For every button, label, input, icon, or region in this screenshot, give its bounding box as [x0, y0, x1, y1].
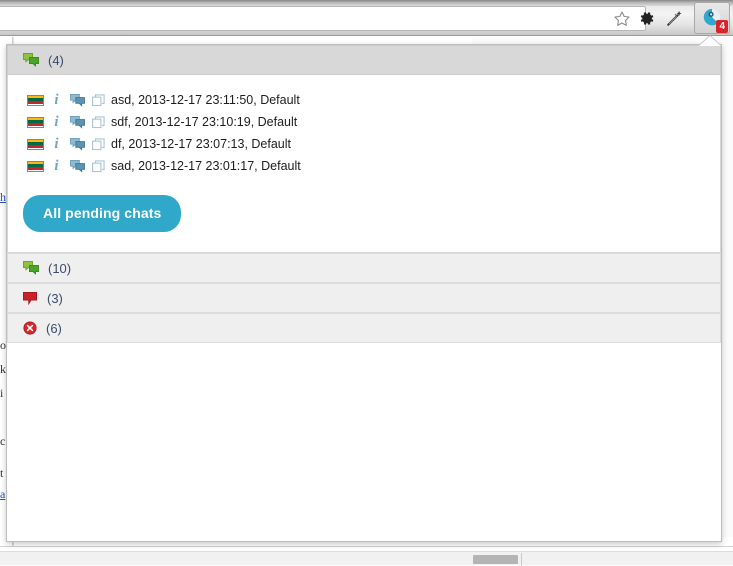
extension-badge-count: 4 — [716, 20, 728, 33]
settings-menu-button[interactable] — [632, 6, 660, 31]
page-text-fragment: t — [0, 466, 4, 480]
chat-item-label: sdf, 2013-12-17 23:10:19, Default — [111, 115, 298, 129]
flag-lithuania-icon — [23, 116, 47, 128]
chat-list-item[interactable]: i df, 2013-12-17 23:07:13, Default — [8, 133, 720, 155]
wand-icon — [666, 10, 682, 26]
chat-bubble-red-icon — [23, 291, 37, 305]
open-window-icon[interactable] — [88, 115, 108, 129]
chat-bubbles-blue-icon — [69, 137, 85, 151]
popup-pointer-arrow — [699, 36, 721, 46]
page-text-fragment: i — [0, 386, 4, 400]
section-count-missed: (6) — [46, 320, 62, 336]
section-header-missed[interactable]: (6) — [7, 313, 721, 343]
info-icon[interactable]: i — [47, 92, 66, 108]
chat-section-closed: (3) — [7, 283, 721, 313]
browser-toolbar: 4 — [0, 0, 733, 36]
chat-bubbles-blue-icon[interactable] — [66, 137, 88, 151]
chat-bubbles-blue-icon — [69, 115, 85, 129]
chat-bubbles-blue-icon[interactable] — [66, 93, 88, 107]
gear-icon — [640, 12, 653, 25]
wand-tool-button[interactable] — [660, 6, 688, 31]
chat-list-item[interactable]: i sdf, 2013-12-17 23:10:19, Default — [8, 111, 720, 133]
horizontal-scrollbar[interactable] — [0, 551, 733, 566]
section-count-pending: (4) — [48, 52, 64, 68]
chat-item-label: asd, 2013-12-17 23:11:50, Default — [111, 93, 300, 107]
chat-bubbles-blue-icon — [69, 93, 85, 107]
chat-list-item[interactable]: i sad, 2013-12-17 23:01:17, Default — [8, 155, 720, 177]
info-icon[interactable]: i — [47, 136, 66, 152]
open-window-icon[interactable] — [88, 137, 108, 151]
open-window-icon — [91, 159, 105, 172]
open-window-icon[interactable] — [88, 159, 108, 173]
error-circle-red-icon — [23, 321, 37, 335]
chat-bubbles-blue-icon — [69, 159, 85, 173]
section-count-closed: (3) — [47, 290, 63, 306]
flag-lithuania-icon — [23, 160, 47, 172]
all-pending-chats-button[interactable]: All pending chats — [23, 195, 182, 232]
page-text-fragment[interactable]: a — [0, 487, 5, 502]
address-bar-input[interactable] — [0, 6, 646, 31]
chat-section-missed: (6) — [7, 313, 721, 343]
chat-item-label: sad, 2013-12-17 23:01:17, Default — [111, 159, 301, 173]
chat-bubbles-blue-icon[interactable] — [66, 115, 88, 129]
extension-icon-button[interactable]: 4 — [694, 2, 730, 34]
section-count-active: (10) — [48, 260, 72, 276]
page-bottom-edge — [0, 546, 733, 547]
extension-popup-panel: (4) i asd, 2013-12-17 23:11:50, Default i … — [6, 44, 722, 542]
all-pending-chats-button-wrap: All pending chats — [8, 177, 720, 232]
open-window-icon — [91, 137, 105, 150]
chat-bubbles-green-icon — [23, 261, 39, 275]
info-icon[interactable]: i — [47, 158, 66, 174]
section-header-pending[interactable]: (4) — [7, 45, 721, 75]
open-window-icon — [91, 93, 105, 106]
chat-bubbles-blue-icon[interactable] — [66, 159, 88, 173]
section-header-active[interactable]: (10) — [7, 253, 721, 283]
chat-sections-list: (4) i asd, 2013-12-17 23:11:50, Default i … — [7, 45, 721, 343]
scrollbar-divider — [521, 553, 522, 566]
info-icon[interactable]: i — [47, 114, 66, 130]
open-window-icon — [91, 115, 105, 128]
section-body-pending: i asd, 2013-12-17 23:11:50, Default i sdf… — [7, 75, 721, 253]
chat-bubbles-green-icon — [23, 53, 39, 67]
chat-list-item[interactable]: i asd, 2013-12-17 23:11:50, Default — [8, 89, 720, 111]
chat-item-label: df, 2013-12-17 23:07:13, Default — [111, 137, 291, 151]
chat-section-active: (10) — [7, 253, 721, 283]
flag-lithuania-icon — [23, 138, 47, 150]
horizontal-scrollbar-thumb[interactable] — [473, 555, 518, 564]
chat-section-pending: (4) i asd, 2013-12-17 23:11:50, Default i … — [7, 45, 721, 253]
section-header-closed[interactable]: (3) — [7, 283, 721, 313]
flag-lithuania-icon — [23, 94, 47, 106]
star-icon — [614, 10, 630, 26]
page-text-fragment: c — [0, 434, 6, 448]
open-window-icon[interactable] — [88, 93, 108, 107]
